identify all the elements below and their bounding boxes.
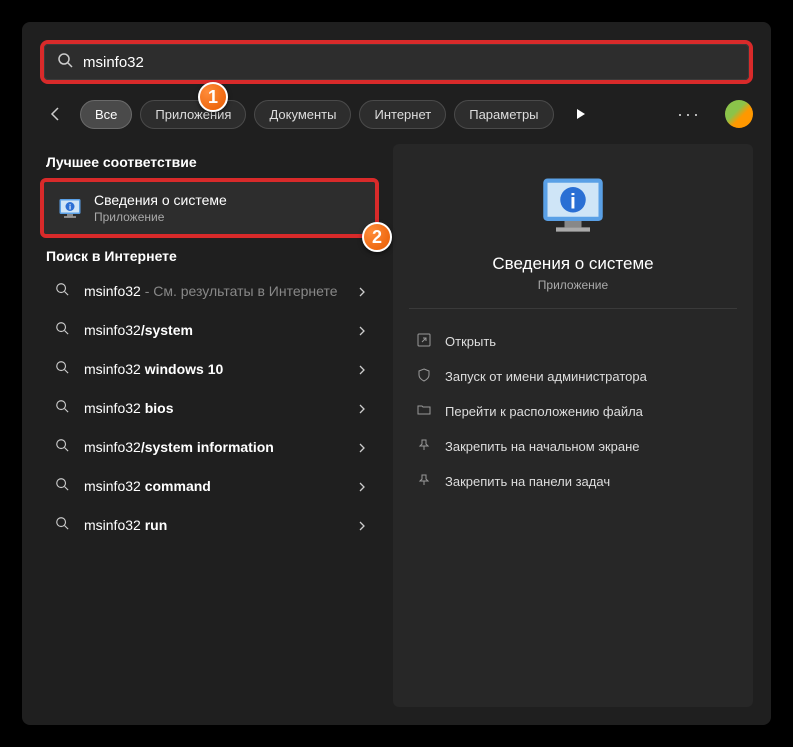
best-match-subtitle: Приложение bbox=[94, 210, 363, 224]
pin-icon bbox=[415, 473, 433, 490]
best-match-header: Лучшее соответствие bbox=[46, 154, 379, 170]
chevron-right-icon bbox=[357, 362, 367, 378]
web-result[interactable]: msinfo32 windows 10 bbox=[40, 350, 379, 389]
action-open-location[interactable]: Перейти к расположению файла bbox=[409, 395, 737, 428]
chevron-right-icon bbox=[357, 323, 367, 339]
preview-title: Сведения о системе bbox=[409, 254, 737, 274]
folder-icon bbox=[415, 403, 433, 420]
filter-internet[interactable]: Интернет bbox=[359, 100, 446, 129]
filter-docs[interactable]: Документы bbox=[254, 100, 351, 129]
web-result-text: msinfo32/system bbox=[84, 321, 345, 339]
action-open[interactable]: Открыть bbox=[409, 325, 737, 358]
action-pin-start[interactable]: Закрепить на начальном экране bbox=[409, 430, 737, 463]
web-result[interactable]: msinfo32/system information bbox=[40, 428, 379, 467]
search-icon bbox=[52, 516, 72, 535]
action-pin-start-label: Закрепить на начальном экране bbox=[445, 439, 640, 454]
search-icon bbox=[52, 360, 72, 379]
preview-subtitle: Приложение bbox=[409, 278, 737, 292]
chevron-right-icon bbox=[357, 284, 367, 300]
search-bar[interactable] bbox=[44, 44, 749, 80]
content: Лучшее соответствие i Сведения о системе… bbox=[22, 130, 771, 725]
filter-settings[interactable]: Параметры bbox=[454, 100, 553, 129]
web-result-text: msinfo32 windows 10 bbox=[84, 360, 345, 378]
web-result-text: msinfo32 bios bbox=[84, 399, 345, 417]
shield-icon bbox=[415, 368, 433, 385]
svg-text:i: i bbox=[69, 203, 71, 212]
action-run-admin[interactable]: Запуск от имени администратора bbox=[409, 360, 737, 393]
preview-icon: i bbox=[409, 170, 737, 238]
system-info-icon: i bbox=[56, 194, 84, 222]
web-result[interactable]: msinfo32 command bbox=[40, 467, 379, 506]
web-result[interactable]: msinfo32/system bbox=[40, 311, 379, 350]
chevron-right-icon bbox=[357, 479, 367, 495]
action-open-location-label: Перейти к расположению файла bbox=[445, 404, 643, 419]
action-open-label: Открыть bbox=[445, 334, 496, 349]
avatar[interactable] bbox=[725, 100, 753, 128]
best-match-title: Сведения о системе bbox=[94, 192, 363, 208]
svg-text:i: i bbox=[570, 189, 576, 213]
action-run-admin-label: Запуск от имени администратора bbox=[445, 369, 647, 384]
more-button[interactable]: ··· bbox=[669, 100, 709, 129]
preview-panel: i Сведения о системе Приложение Открыть … bbox=[393, 144, 753, 707]
search-icon bbox=[57, 52, 73, 73]
web-result-text: msinfo32 command bbox=[84, 477, 345, 495]
open-icon bbox=[415, 333, 433, 350]
web-results-list: msinfo32 - См. результаты в Интернете msi… bbox=[40, 272, 379, 545]
web-result[interactable]: msinfo32 bios bbox=[40, 389, 379, 428]
search-window: 1 2 Все Приложения Документы Интернет Па… bbox=[22, 22, 771, 725]
play-button[interactable] bbox=[566, 99, 596, 129]
web-result-text: msinfo32/system information bbox=[84, 438, 345, 456]
search-icon bbox=[52, 438, 72, 457]
divider bbox=[409, 308, 737, 309]
action-list: Открыть Запуск от имени администратора П… bbox=[409, 325, 737, 498]
annotation-badge-1: 1 bbox=[198, 82, 228, 112]
search-web-header: Поиск в Интернете bbox=[46, 248, 379, 264]
web-result-text: msinfo32 - См. результаты в Интернете bbox=[84, 282, 345, 300]
web-result-text: msinfo32 run bbox=[84, 516, 345, 534]
search-icon bbox=[52, 477, 72, 496]
annotation-badge-2: 2 bbox=[362, 222, 392, 252]
back-button[interactable] bbox=[40, 98, 72, 130]
filter-all[interactable]: Все bbox=[80, 100, 132, 129]
chevron-right-icon bbox=[357, 401, 367, 417]
search-icon bbox=[52, 321, 72, 340]
best-match-highlight: i Сведения о системе Приложение bbox=[40, 178, 379, 238]
best-match-result[interactable]: i Сведения о системе Приложение bbox=[44, 182, 375, 234]
chevron-right-icon bbox=[357, 440, 367, 456]
pin-icon bbox=[415, 438, 433, 455]
action-pin-taskbar-label: Закрепить на панели задач bbox=[445, 474, 610, 489]
filter-apps[interactable]: Приложения bbox=[140, 100, 246, 129]
search-icon bbox=[52, 282, 72, 301]
chevron-right-icon bbox=[357, 518, 367, 534]
filter-row: Все Приложения Документы Интернет Параме… bbox=[22, 84, 771, 130]
results-column: Лучшее соответствие i Сведения о системе… bbox=[40, 144, 379, 707]
search-input[interactable] bbox=[83, 52, 736, 73]
search-icon bbox=[52, 399, 72, 418]
action-pin-taskbar[interactable]: Закрепить на панели задач bbox=[409, 465, 737, 498]
search-bar-highlight bbox=[40, 40, 753, 84]
web-result[interactable]: msinfo32 run bbox=[40, 506, 379, 545]
web-result[interactable]: msinfo32 - См. результаты в Интернете bbox=[40, 272, 379, 311]
